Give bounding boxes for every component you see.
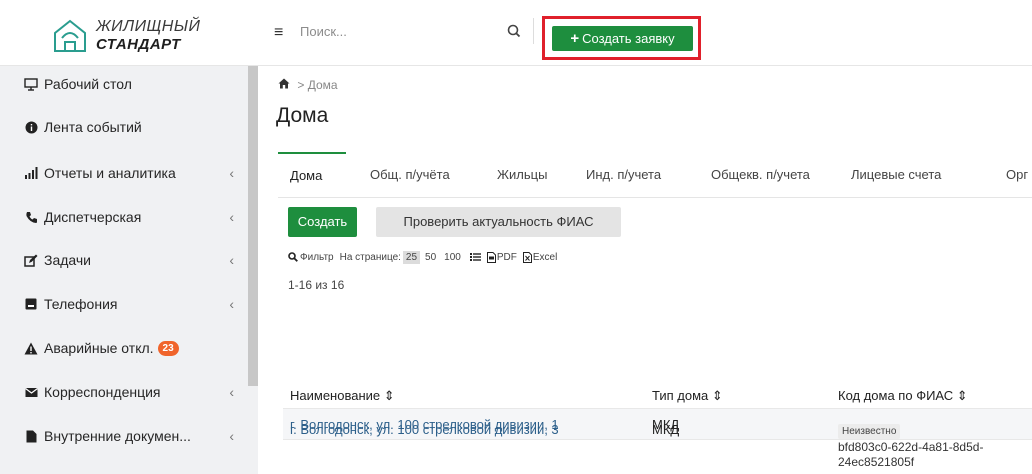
sidebar-item-tasks[interactable]: Задачи ‹ [24, 250, 244, 270]
plus-icon: + [570, 30, 580, 47]
tab-residents[interactable]: Жильцы [497, 152, 547, 198]
sidebar-item-desktop[interactable]: Рабочий стол [24, 74, 244, 94]
document-icon [24, 429, 38, 443]
filter-label: Фильтр [300, 251, 334, 263]
sidebar-scrollbar[interactable] [248, 66, 258, 386]
create-button[interactable]: Создать [288, 207, 357, 237]
desktop-icon [24, 77, 38, 91]
tab-bar: Дома Общ. п/учёта Жильцы Инд. п/учета Об… [278, 152, 1032, 198]
sidebar-item-label: Аварийные откл. [44, 340, 154, 356]
sidebar-item-label: Задачи [44, 252, 92, 268]
search-icon [288, 252, 298, 262]
sidebar-item-label: Лента событий [44, 119, 142, 135]
tab-individual-meters[interactable]: Инд. п/учета [586, 152, 661, 198]
edit-icon [24, 253, 38, 267]
chevron-left-icon: ‹ [229, 252, 234, 268]
warning-icon [24, 341, 38, 355]
phone-icon [24, 210, 38, 224]
search-icon[interactable] [507, 24, 521, 40]
sidebar-item-telephony[interactable]: Телефония ‹ [24, 294, 244, 314]
highlight-box: + Создать заявку [542, 16, 701, 60]
tab-common-meters[interactable]: Общ. п/учёта [370, 152, 450, 198]
column-header-fias-code[interactable]: Код дома по ФИАС ⇕ [838, 388, 968, 404]
per-page-option-50[interactable]: 50 [422, 251, 439, 264]
breadcrumb: > Дома [278, 78, 338, 92]
pdf-label: PDF [496, 251, 517, 263]
sidebar-item-events[interactable]: Лента событий [24, 117, 244, 137]
per-page-option-100[interactable]: 100 [441, 251, 464, 264]
chevron-left-icon: ‹ [229, 384, 234, 400]
sidebar-item-emergency[interactable]: Аварийные откл. 23 [24, 338, 244, 358]
create-request-button[interactable]: + Создать заявку [552, 26, 693, 51]
signal-bars-icon [24, 166, 38, 180]
sidebar-item-label: Диспетчерская [44, 209, 142, 225]
home-icon[interactable] [278, 78, 293, 92]
result-range: 1-16 из 16 [288, 278, 345, 292]
tab-houses[interactable]: Дома [278, 152, 346, 198]
table-cell-fias-code: bfd803c0-622d-4a81-8d5d-24ec8521805f [838, 440, 984, 469]
logo-text-bottom: СТАНДАРТ [96, 36, 181, 53]
square-icon [24, 297, 38, 311]
column-list-button[interactable] [469, 252, 481, 262]
notification-badge: 23 [157, 340, 179, 356]
breadcrumb-current: Дома [307, 78, 338, 92]
excel-label: Excel [532, 251, 558, 263]
sidebar-item-label: Отчеты и аналитика [44, 165, 176, 181]
search-divider [533, 18, 534, 44]
envelope-icon [24, 385, 38, 399]
excel-file-icon [522, 251, 532, 263]
tab-organizations[interactable]: Орг [1006, 152, 1028, 198]
sidebar-item-label: Корреспонденция [44, 384, 161, 400]
search-box [300, 24, 521, 46]
sidebar-item-internal-docs[interactable]: Внутренние докумен... ‹ [24, 426, 244, 446]
tab-personal-accounts[interactable]: Лицевые счета [851, 152, 941, 198]
column-header-name[interactable]: Наименование ⇕ [290, 388, 395, 404]
fias-status-badge: Неизвестно [838, 424, 901, 439]
filter-button[interactable]: Фильтр [288, 252, 334, 263]
search-input[interactable] [300, 24, 490, 39]
column-header-type[interactable]: Тип дома ⇕ [652, 388, 723, 404]
house-logo-icon [54, 19, 86, 52]
sidebar-item-label: Телефония [44, 296, 118, 312]
info-circle-icon [24, 120, 38, 134]
menu-toggle-icon[interactable]: ≡ [274, 24, 283, 42]
chevron-left-icon: ‹ [229, 209, 234, 225]
sidebar-item-dispatch[interactable]: Диспетчерская ‹ [24, 207, 244, 227]
sidebar-item-correspondence[interactable]: Корреспонденция ‹ [24, 382, 244, 402]
logo-text-top: ЖИЛИЩНЫЙ [96, 18, 201, 35]
top-bar: ЖИЛИЩНЫЙ СТАНДАРТ ≡ +Создать заявку [0, 0, 1032, 66]
per-page-option-25[interactable]: 25 [402, 250, 421, 264]
page-title: Дома [276, 104, 329, 127]
table-cell-name[interactable]: г. Волгодонск, ул. 100 стрелковой дивизи… [290, 422, 559, 437]
export-pdf-button[interactable]: PDF [486, 251, 517, 263]
logo[interactable]: ЖИЛИЩНЫЙ СТАНДАРТ [52, 16, 252, 56]
table-cell-type: МКД [652, 422, 680, 437]
tab-common-apartment-meters[interactable]: Общекв. п/учета [711, 152, 810, 198]
per-page-label: На странице: [339, 251, 401, 263]
chevron-left-icon: ‹ [229, 165, 234, 181]
sidebar-item-label: Рабочий стол [44, 76, 132, 92]
chevron-left-icon: ‹ [229, 296, 234, 312]
breadcrumb-separator: > [297, 78, 305, 92]
table-toolbar: Фильтр На странице: 25 50 100 PDF Excel [288, 249, 557, 265]
sidebar-item-label: Внутренние докумен... [44, 428, 191, 444]
list-icon [469, 253, 481, 261]
pdf-file-icon [486, 251, 496, 263]
export-excel-button[interactable]: Excel [522, 251, 558, 263]
check-fias-button[interactable]: Проверить актуальность ФИАС [376, 207, 621, 237]
sidebar-item-reports[interactable]: Отчеты и аналитика ‹ [24, 163, 244, 183]
create-request-label: Создать заявку [582, 31, 675, 46]
chevron-left-icon: ‹ [229, 428, 234, 444]
